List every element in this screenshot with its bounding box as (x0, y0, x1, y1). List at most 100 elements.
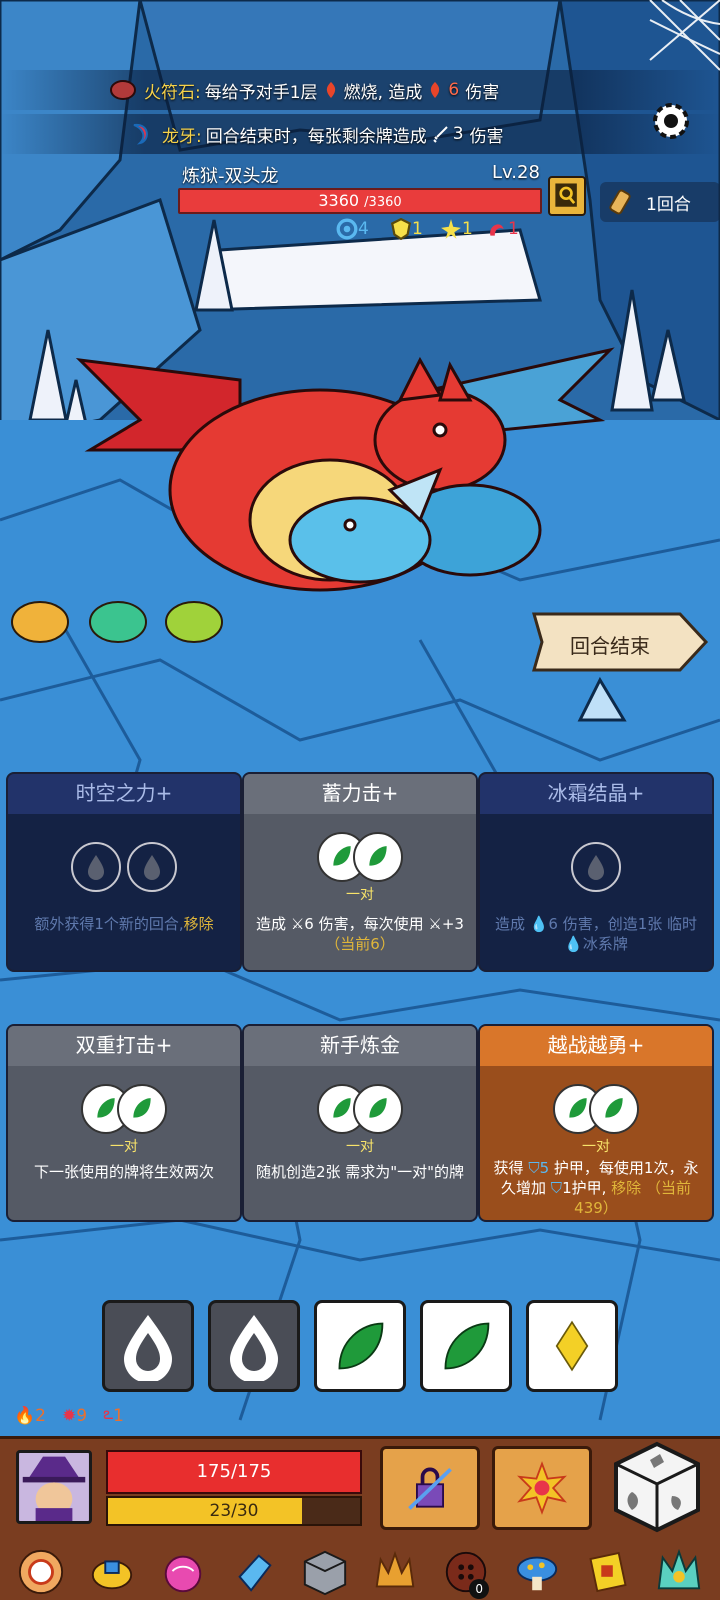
skill-burst-button[interactable] (492, 1446, 592, 1530)
relic-text: , 造成 (377, 82, 423, 103)
fire-rune-icon (110, 80, 136, 100)
relic-name: 火符石: (144, 82, 201, 103)
relic-text: 每给予对手1层 (204, 82, 318, 103)
relic-fire-rune-desc: 火符石: 每给予对手1层 燃烧 , 造成 6 伤害 (110, 70, 499, 110)
gem-ring-icon (92, 1560, 133, 1590)
turn-counter: 1回合 (600, 182, 720, 222)
player-energy-bar: 23/30 (106, 1496, 362, 1526)
scroll-icon (609, 189, 631, 215)
card-slots (480, 842, 712, 892)
card-novice-alchemy[interactable]: 新手炼金 一对 随机创造2张 需求为"一对"的牌 (242, 1024, 478, 1222)
water-drop-icon: 💧 (564, 935, 583, 953)
boss-hp-max: /3360 (364, 195, 402, 210)
relic-target-coin[interactable] (12, 1545, 70, 1599)
card-slots (8, 842, 240, 892)
sword-icon (433, 126, 448, 143)
drop-slot-icon (571, 842, 621, 892)
relic-stone-box[interactable] (296, 1545, 354, 1599)
relic-pink-orb[interactable] (154, 1545, 212, 1599)
green-crown-icon (657, 1548, 700, 1590)
card-title: 蓄力击+ (244, 774, 476, 814)
explosion-icon (517, 1461, 567, 1515)
leaf-slot-icon (353, 832, 403, 882)
relic-gold-totem[interactable] (579, 1545, 637, 1599)
mushroom-icon (516, 1556, 558, 1591)
card-time-power[interactable]: 时空之力+ 额外获得1个新的回合,移除 (6, 772, 242, 972)
target-coin-icon (19, 1549, 64, 1595)
gear-status-icon: ✹ (62, 1406, 77, 1426)
curse-icon: ఽ (103, 1404, 114, 1424)
relic-blue-mushroom[interactable] (508, 1545, 566, 1599)
drop-slot-icon (127, 842, 177, 892)
card-title: 双重打击+ (8, 1026, 240, 1066)
relic-gold-ring[interactable] (83, 1545, 141, 1599)
sword-icon: ⚔ (428, 915, 442, 933)
relic-flame-crown[interactable] (366, 1545, 424, 1599)
boss-level: Lv.28 (492, 162, 540, 183)
die-water[interactable] (102, 1300, 194, 1392)
end-turn-button[interactable]: 回合结束 (530, 612, 710, 672)
burn-icon: 🔥 (14, 1406, 36, 1426)
relic-text: 回合结束时，每张剩余牌造成 (205, 126, 427, 147)
boss-name: 炼狱-双头龙 (182, 166, 279, 187)
potion-orange[interactable] (10, 592, 70, 644)
magnifier-icon (555, 183, 577, 207)
armor-shield-icon (390, 218, 412, 240)
leaf-icon (338, 1322, 384, 1370)
die-water[interactable] (208, 1300, 300, 1392)
card-charge-strike[interactable]: 蓄力击+ 一对 造成 ⚔6 伤害，每次使用 ⚔+3 （当前6） (242, 772, 478, 972)
dragon-fang-icon (133, 123, 148, 145)
diamond-icon (555, 1320, 589, 1372)
card-slots (8, 1084, 240, 1134)
player-avatar[interactable] (16, 1450, 92, 1524)
leaf-slot-icon (353, 1084, 403, 1134)
boss-hp-current: 3360 (318, 191, 360, 210)
water-drop-icon (230, 1315, 278, 1381)
relic-brown-button[interactable]: 0 (437, 1545, 495, 1599)
skill-lock-button[interactable] (380, 1446, 480, 1530)
card-fight-braver[interactable]: 越战越勇+ 一对 获得 ⛉5 护甲，每使用1次，永久增加 ⛉1护甲, 移除 （当… (478, 1024, 714, 1222)
die-diamond[interactable] (526, 1300, 618, 1392)
curse-icon (490, 224, 504, 236)
inspect-boss-button[interactable] (548, 176, 586, 216)
player-status-row: 🔥 2 ✹ 9 ఽ1 (14, 1404, 124, 1426)
sword-icon: ⚔ (290, 915, 305, 933)
leaf-slot-icon (117, 1084, 167, 1134)
potion-lime[interactable] (164, 592, 224, 644)
relic-name: 龙牙: (162, 126, 202, 147)
burn-label: 燃烧 (343, 82, 378, 103)
die-leaf[interactable] (314, 1300, 406, 1392)
ice-crystal-icon (238, 1554, 272, 1592)
relic-green-crown[interactable] (650, 1545, 708, 1599)
die-leaf[interactable] (420, 1300, 512, 1392)
stone-box-icon (303, 1550, 346, 1596)
leaf-slot-icon (589, 1084, 639, 1134)
reroll-dice-icon[interactable] (610, 1440, 704, 1534)
wizard-portrait (19, 1453, 89, 1521)
water-drop-icon (124, 1315, 172, 1381)
relic-badge-count: 0 (469, 1579, 490, 1599)
potion-green[interactable] (88, 592, 148, 644)
boss-status-spiral: 4 (336, 218, 369, 240)
card-title: 越战越勇+ (480, 1026, 712, 1066)
card-desc: 获得 ⛉5 护甲，每使用1次，永久增加 ⛉1护甲, 移除 （当前439） (493, 1159, 699, 1217)
card-desc: 造成 💧6 伤害，创造1张 临时 💧冰系牌 (494, 915, 698, 953)
boss-status-armor: 1 (390, 218, 423, 240)
card-title: 冰霜结晶+ (480, 774, 712, 814)
leaf-icon (444, 1322, 490, 1370)
fire-damage-icon (431, 82, 440, 98)
boss-hp-bar: 3360 /3360 (178, 188, 542, 214)
card-slots (480, 1084, 712, 1134)
relic-damage-value: 3 (452, 124, 464, 144)
burn-icon (326, 82, 335, 98)
settings-gear-icon[interactable] (648, 98, 694, 144)
card-double-strike[interactable]: 双重打击+ 一对 下一张使用的牌将生效两次 (6, 1024, 242, 1222)
card-frost-crystal[interactable]: 冰霜结晶+ 造成 💧6 伤害，创造1张 临时 💧冰系牌 (478, 772, 714, 972)
boss-status-star: 1 (440, 218, 473, 240)
water-drop-icon: 💧 (529, 915, 549, 933)
card-desc: 下一张使用的牌将生效两次 (33, 1163, 214, 1181)
card-desc: 随机创造2张 需求为"一对"的牌 (255, 1163, 465, 1181)
boss-status-curse: 1 (486, 218, 519, 240)
pair-label: 一对 (346, 1139, 374, 1155)
relic-ice-crystal[interactable] (225, 1545, 283, 1599)
